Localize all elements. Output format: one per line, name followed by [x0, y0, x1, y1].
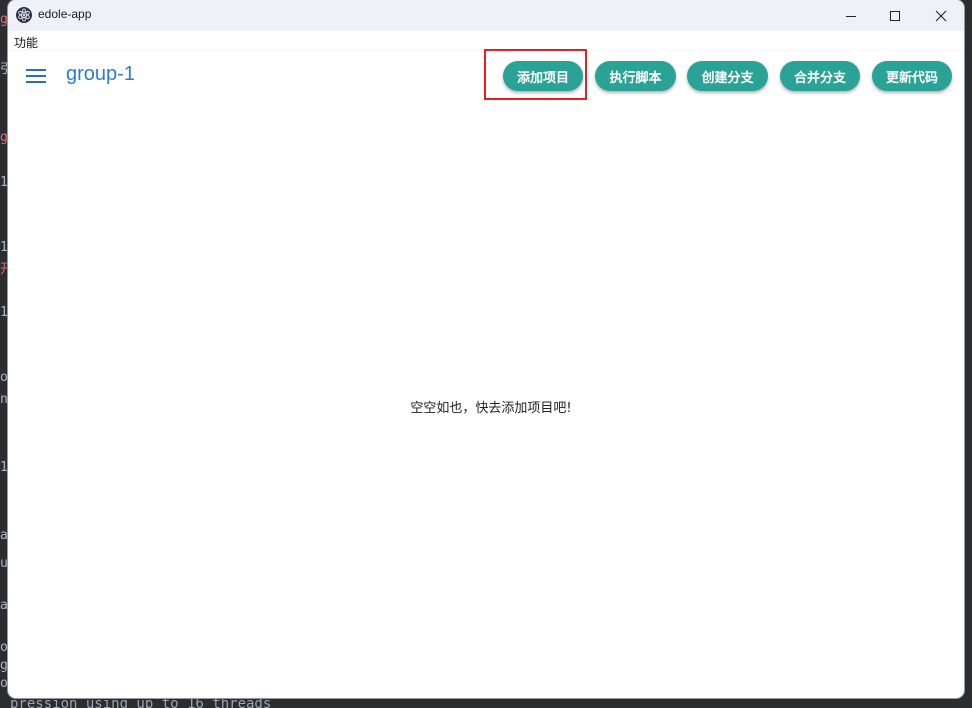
menu-bar: 功能 — [8, 31, 964, 51]
electron-app-icon — [16, 7, 32, 23]
run-script-button[interactable]: 执行脚本 — [595, 61, 676, 91]
maximize-icon — [890, 10, 900, 21]
background-text: o — [0, 370, 8, 385]
background-text: a — [0, 528, 8, 543]
hamburger-icon — [26, 69, 46, 71]
title-bar[interactable]: edole-app — [8, 0, 964, 31]
background-text: g — [0, 658, 8, 673]
close-icon — [935, 10, 947, 21]
background-text: 1 — [0, 240, 8, 255]
empty-state-message: 空空如也，快去添加项目吧! — [410, 401, 572, 416]
group-title: group-1 — [66, 63, 135, 85]
maximize-button[interactable] — [872, 0, 918, 31]
app-toolbar: group-1 添加项目 执行脚本 创建分支 合并分支 更新代码 — [8, 51, 964, 101]
menu-item-features[interactable]: 功能 — [14, 34, 38, 51]
background-text: g — [0, 130, 8, 145]
background-text: o — [0, 640, 8, 655]
main-content: 空空如也，快去添加项目吧! — [8, 101, 964, 698]
background-text: g — [0, 12, 8, 27]
background-text: 1 — [0, 305, 8, 320]
close-button[interactable] — [918, 0, 964, 31]
background-text: 1 — [0, 175, 8, 190]
background-text: o — [0, 676, 8, 691]
minimize-icon — [846, 15, 856, 17]
merge-branch-button[interactable]: 合并分支 — [780, 61, 860, 91]
minimize-button[interactable] — [828, 0, 874, 31]
background-text: a — [0, 598, 8, 613]
background-text: 1 — [0, 460, 8, 475]
menu-toggle-button[interactable] — [26, 67, 48, 85]
update-code-button[interactable]: 更新代码 — [872, 61, 952, 91]
add-project-button[interactable]: 添加项目 — [503, 61, 583, 91]
background-text: n — [0, 392, 8, 407]
create-branch-button[interactable]: 创建分支 — [687, 61, 768, 91]
app-window: edole-app 功能 group-1 添加项目 执行脚本 创建分支 合并分支… — [8, 0, 964, 698]
window-title: edole-app — [38, 7, 92, 21]
background-text: u — [0, 556, 8, 571]
